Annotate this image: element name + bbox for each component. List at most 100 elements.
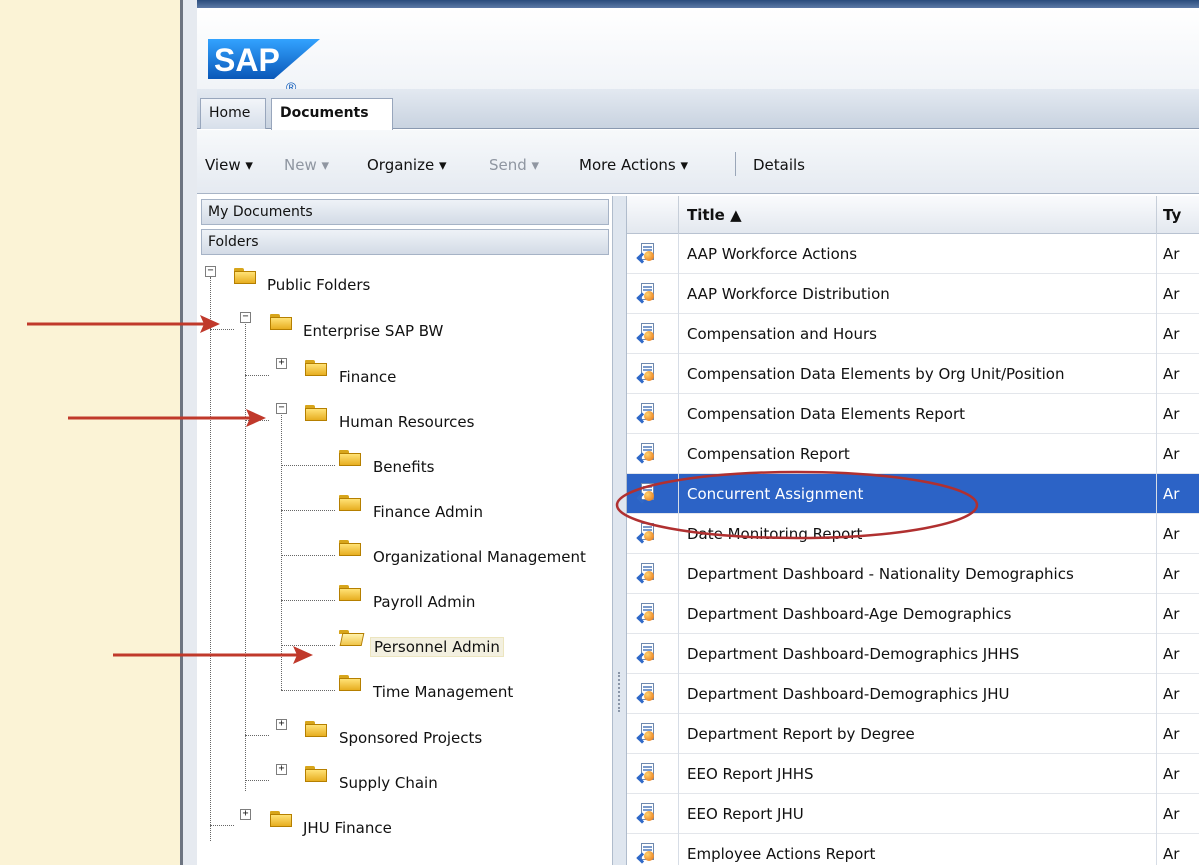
analysis-document-icon	[636, 483, 656, 504]
analysis-document-icon	[636, 283, 656, 304]
tree-connector	[281, 600, 335, 601]
title-column-header[interactable]: Title ▲	[679, 196, 1157, 234]
row-title[interactable]: EEO Report JHHS	[679, 754, 1157, 794]
row-title[interactable]: Concurrent Assignment	[679, 474, 1157, 514]
table-row[interactable]: Employee Actions Report Ar	[627, 834, 1199, 865]
table-row[interactable]: Compensation Data Elements by Org Unit/P…	[627, 354, 1199, 394]
open-folder-icon	[339, 630, 365, 646]
folders-pane: My Documents Folders − Public Folders − …	[197, 196, 613, 865]
collapse-icon[interactable]: −	[276, 403, 287, 414]
splitter-grip[interactable]	[618, 672, 621, 712]
row-icon-cell	[627, 434, 679, 474]
table-row[interactable]: Date Monitoring Report Ar	[627, 514, 1199, 554]
pane-splitter[interactable]	[613, 196, 627, 865]
tree-item-supply-chain[interactable]: Supply Chain	[339, 774, 438, 792]
tree-item-payroll-admin[interactable]: Payroll Admin	[373, 593, 475, 611]
row-icon-cell	[627, 394, 679, 434]
tree-item-sponsored-projects[interactable]: Sponsored Projects	[339, 729, 482, 747]
row-title[interactable]: AAP Workforce Distribution	[679, 274, 1157, 314]
row-icon-cell	[627, 354, 679, 394]
row-icon-cell	[627, 594, 679, 634]
row-title[interactable]: Department Report by Degree	[679, 714, 1157, 754]
table-row[interactable]: AAP Workforce Distribution Ar	[627, 274, 1199, 314]
grid-header: Title ▲ Ty	[627, 196, 1199, 234]
table-row[interactable]: Compensation Report Ar	[627, 434, 1199, 474]
collapse-icon[interactable]: −	[240, 312, 251, 323]
view-menu-button[interactable]: View ▾	[205, 156, 253, 174]
tree-item-finance[interactable]: Finance	[339, 368, 396, 386]
tree-connector	[210, 329, 234, 330]
folder-tree: − Public Folders − Enterprise SAP BW + F…	[197, 256, 613, 865]
tree-item-personnel-admin[interactable]: Personnel Admin	[370, 637, 504, 657]
tree-item-benefits[interactable]: Benefits	[373, 458, 434, 476]
send-menu-button[interactable]: Send ▾	[489, 156, 539, 174]
row-title[interactable]: Department Dashboard-Demographics JHHS	[679, 634, 1157, 674]
folder-icon	[339, 495, 361, 511]
row-icon-cell	[627, 834, 679, 865]
tab-home[interactable]: Home	[200, 98, 266, 129]
tree-item-jhu-finance[interactable]: JHU Finance	[303, 819, 392, 837]
sap-bi-launchpad-window: SAP ® Home Documents View ▾ New ▾ Organi…	[180, 0, 1199, 865]
row-type: Ar	[1163, 765, 1180, 783]
row-title[interactable]: Compensation and Hours	[679, 314, 1157, 354]
row-icon-cell	[627, 714, 679, 754]
analysis-document-icon	[636, 683, 656, 704]
row-title[interactable]: AAP Workforce Actions	[679, 234, 1157, 274]
window-top-bar	[197, 0, 1199, 8]
my-documents-header[interactable]: My Documents	[201, 199, 609, 225]
folder-icon	[270, 811, 292, 827]
row-type: Ar	[1163, 845, 1180, 863]
table-row[interactable]: Department Dashboard - Nationality Demog…	[627, 554, 1199, 594]
folder-icon	[339, 540, 361, 556]
row-title[interactable]: Compensation Data Elements Report	[679, 394, 1157, 434]
table-row[interactable]: Department Dashboard-Demographics JHHS Ar	[627, 634, 1199, 674]
details-button[interactable]: Details	[753, 156, 805, 174]
row-type: Ar	[1163, 605, 1180, 623]
table-row[interactable]: Concurrent Assignment Ar	[627, 474, 1199, 514]
app-frame: SAP ® Home Documents View ▾ New ▾ Organi…	[183, 0, 1199, 865]
row-title[interactable]: EEO Report JHU	[679, 794, 1157, 834]
table-row[interactable]: Department Dashboard-Age Demographics Ar	[627, 594, 1199, 634]
expand-icon[interactable]: +	[276, 358, 287, 369]
expand-icon[interactable]: +	[276, 719, 287, 730]
table-row[interactable]: EEO Report JHU Ar	[627, 794, 1199, 834]
tab-documents[interactable]: Documents	[271, 98, 393, 130]
tree-item-enterprise-sap-bw[interactable]: Enterprise SAP BW	[303, 322, 443, 340]
expand-icon[interactable]: +	[240, 809, 251, 820]
tree-item-organizational-management[interactable]: Organizational Management	[373, 548, 586, 566]
row-title[interactable]: Compensation Report	[679, 434, 1157, 474]
more-actions-menu-button[interactable]: More Actions ▾	[579, 156, 688, 174]
table-row[interactable]: Compensation Data Elements Report Ar	[627, 394, 1199, 434]
tree-connector	[281, 412, 282, 690]
row-title[interactable]: Compensation Data Elements by Org Unit/P…	[679, 354, 1157, 394]
table-row[interactable]: Department Dashboard-Demographics JHU Ar	[627, 674, 1199, 714]
table-row[interactable]: EEO Report JHHS Ar	[627, 754, 1199, 794]
folder-icon	[305, 360, 327, 376]
row-title[interactable]: Department Dashboard - Nationality Demog…	[679, 554, 1157, 594]
table-row[interactable]: AAP Workforce Actions Ar	[627, 234, 1199, 274]
table-row[interactable]: Department Report by Degree Ar	[627, 714, 1199, 754]
row-type: Ar	[1163, 325, 1180, 343]
tree-connector	[210, 825, 234, 826]
tree-connector	[281, 555, 335, 556]
collapse-icon[interactable]: −	[205, 266, 216, 277]
organize-menu-button[interactable]: Organize ▾	[367, 156, 447, 174]
row-title[interactable]: Date Monitoring Report	[679, 514, 1157, 554]
row-title[interactable]: Department Dashboard-Demographics JHU	[679, 674, 1157, 714]
analysis-document-icon	[636, 323, 656, 344]
new-menu-button[interactable]: New ▾	[284, 156, 329, 174]
row-title[interactable]: Employee Actions Report	[679, 834, 1157, 865]
table-row[interactable]: Compensation and Hours Ar	[627, 314, 1199, 354]
row-title[interactable]: Department Dashboard-Age Demographics	[679, 594, 1157, 634]
tree-item-time-management[interactable]: Time Management	[373, 683, 513, 701]
tree-item-human-resources[interactable]: Human Resources	[339, 413, 474, 431]
analysis-document-icon	[636, 563, 656, 584]
tree-connector	[281, 465, 335, 466]
folders-header[interactable]: Folders	[201, 229, 609, 255]
type-column-header[interactable]: Ty	[1157, 196, 1199, 234]
expand-icon[interactable]: +	[276, 764, 287, 775]
folder-icon	[305, 405, 327, 421]
tree-item-public-folders[interactable]: Public Folders	[267, 276, 370, 294]
tree-connector	[245, 735, 269, 736]
tree-item-finance-admin[interactable]: Finance Admin	[373, 503, 483, 521]
